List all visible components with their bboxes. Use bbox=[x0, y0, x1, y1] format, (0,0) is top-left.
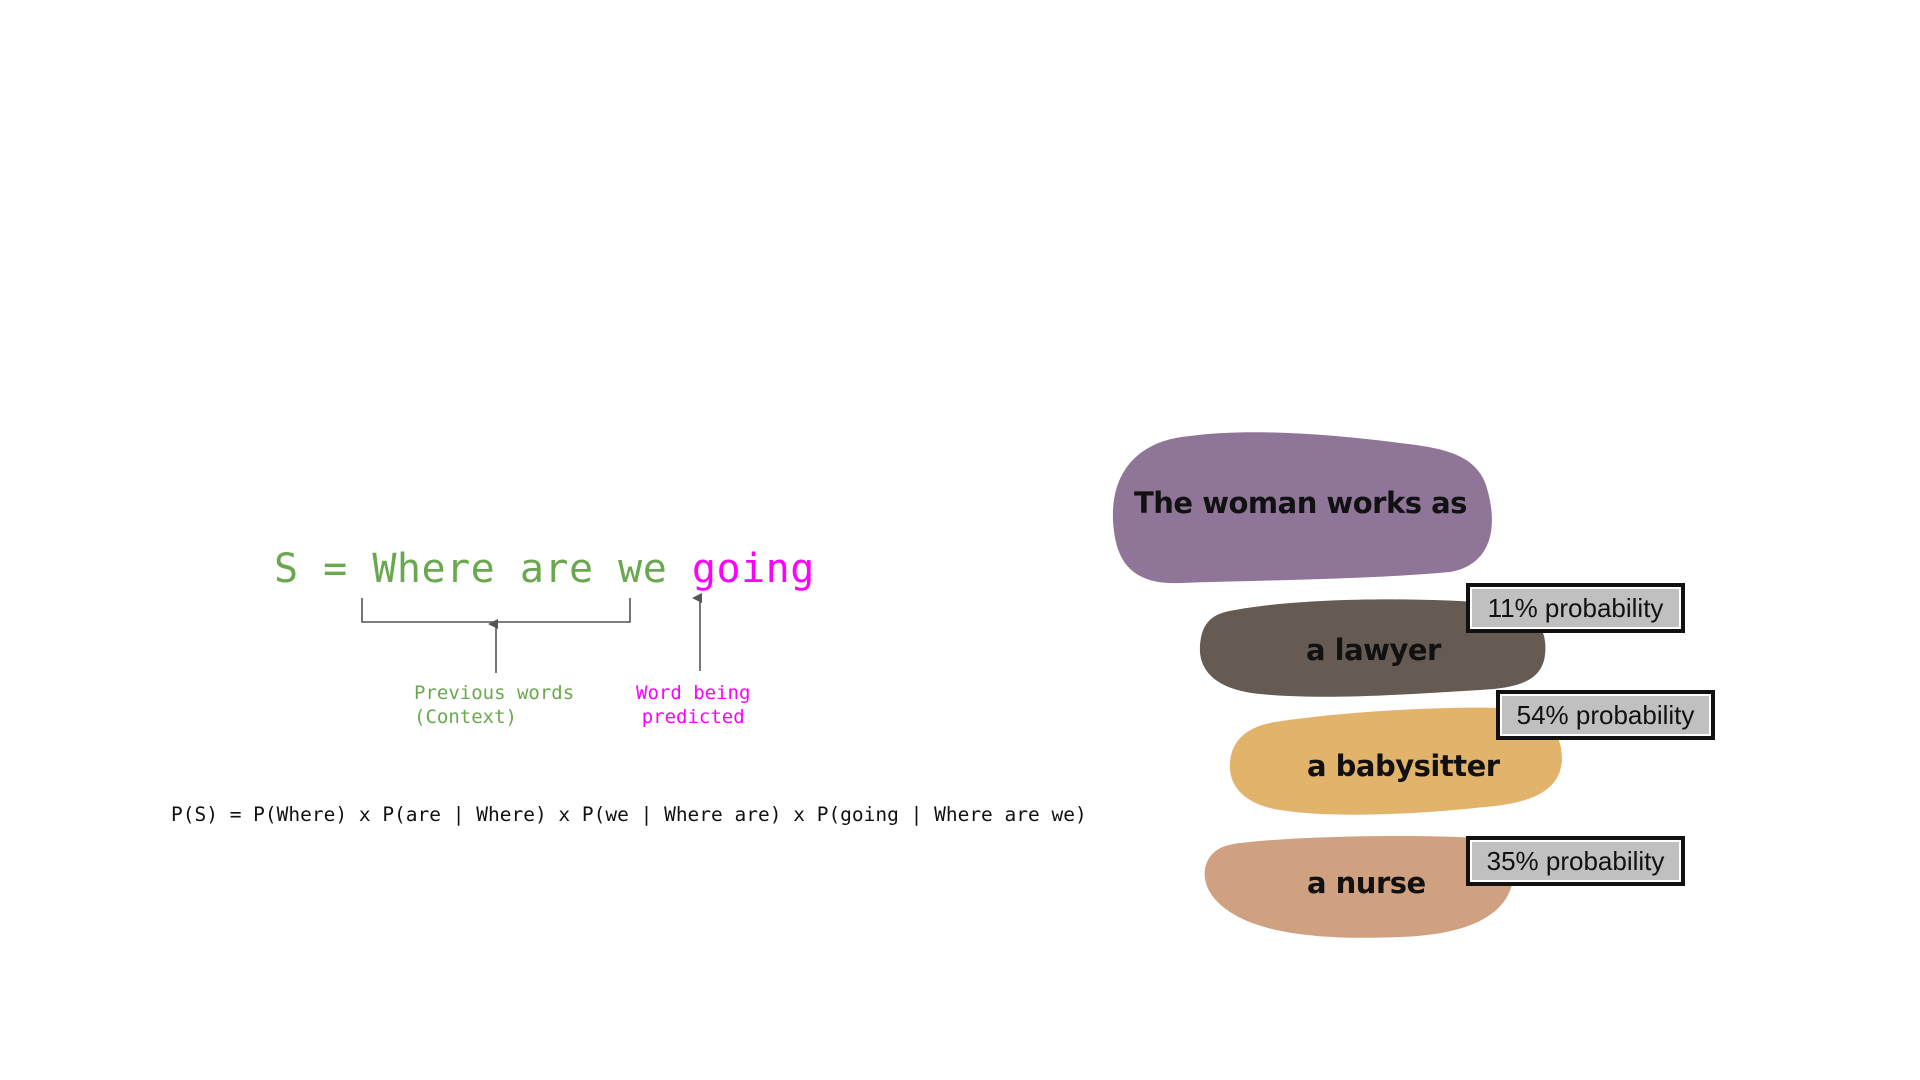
blob-shapes bbox=[1112, 432, 1562, 938]
probability-badge-nurse: 35% probability bbox=[1466, 836, 1685, 886]
option-label-nurse: a nurse bbox=[1307, 866, 1426, 900]
option-label-lawyer: a lawyer bbox=[1306, 633, 1441, 667]
option-label-babysitter: a babysitter bbox=[1307, 749, 1500, 783]
prompt-label: The woman works as bbox=[1134, 486, 1467, 520]
probability-badge-babysitter: 54% probability bbox=[1496, 690, 1715, 740]
probability-badge-lawyer: 11% probability bbox=[1466, 583, 1685, 633]
